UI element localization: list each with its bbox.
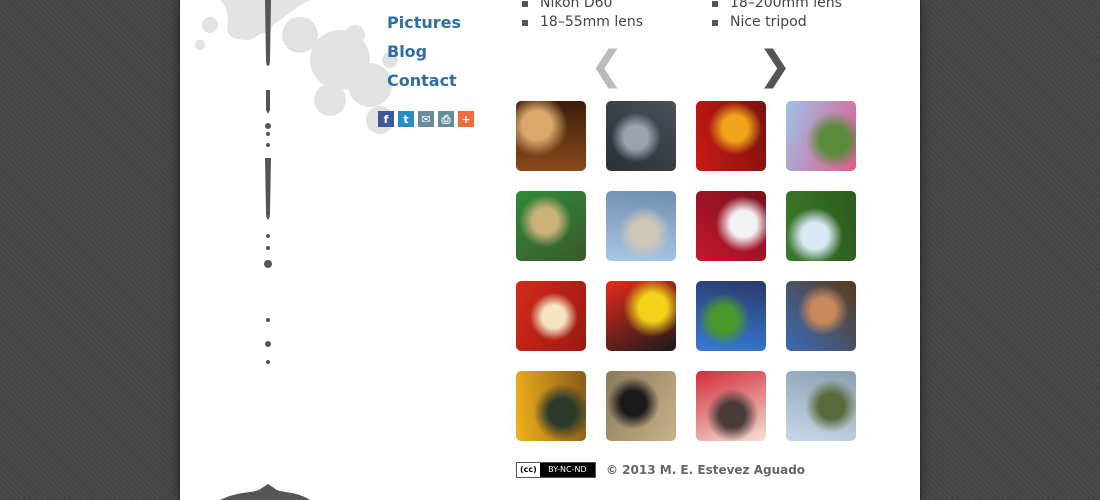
copyright-text: © 2013 M. E. Estevez Aguado xyxy=(606,463,806,477)
gallery-thumbnail-curly-hair-portrait[interactable] xyxy=(786,281,856,351)
gear-item: 18–200mm lens xyxy=(710,0,842,13)
gallery-thumbnail-folk-dancers[interactable] xyxy=(696,371,766,441)
main-nav: Pictures Blog Contact xyxy=(387,8,461,95)
gear-item: 18–55mm lens xyxy=(520,13,643,32)
nav-contact-link[interactable]: Contact xyxy=(387,66,461,95)
gallery-next-arrow-icon[interactable]: ❯ xyxy=(758,46,792,86)
gallery-thumbnail-red-berries[interactable] xyxy=(696,191,766,261)
gear-item: Nikon D60 xyxy=(520,0,643,13)
gallery-thumbnail-red-peppers[interactable] xyxy=(696,101,766,171)
footer: (cc) BY-NC-ND © 2013 M. E. Estevez Aguad… xyxy=(516,462,805,478)
gallery-thumbnail-concrete-corridor[interactable] xyxy=(606,101,676,171)
cc-logo-icon: (cc) xyxy=(517,463,540,477)
gallery-thumbnail-statue[interactable] xyxy=(606,191,676,261)
gallery-thumbnail-red-decorations[interactable] xyxy=(516,281,586,351)
gallery-thumbnail-seaside-cliff[interactable] xyxy=(786,101,856,171)
gallery-thumbnail-teddy-bears[interactable] xyxy=(516,101,586,171)
social-share-bar: f t ✉ ⎙ + xyxy=(378,111,474,127)
gallery-thumbnail-autumn-leaves[interactable] xyxy=(606,281,676,351)
email-icon[interactable]: ✉ xyxy=(418,111,434,127)
twitter-icon[interactable]: t xyxy=(398,111,414,127)
nav-pictures-link[interactable]: Pictures xyxy=(387,8,461,37)
gallery-thumbnail-bagpiper[interactable] xyxy=(606,371,676,441)
print-icon[interactable]: ⎙ xyxy=(438,111,454,127)
gallery-thumbnail-jumping-person[interactable] xyxy=(696,281,766,351)
share-more-icon[interactable]: + xyxy=(458,111,474,127)
facebook-icon[interactable]: f xyxy=(378,111,394,127)
thumbnail-grid xyxy=(516,101,856,441)
gallery-thumbnail-green-bench[interactable] xyxy=(516,191,586,261)
gallery-thumbnail-lake-reflection[interactable] xyxy=(786,371,856,441)
gallery-thumbnail-park-church[interactable] xyxy=(786,191,856,261)
gear-list-right: 18–200mm lens Nice tripod xyxy=(710,0,842,32)
page-container: Pictures Blog Contact f t ✉ ⎙ + Nikon D6… xyxy=(180,0,920,500)
gallery-thumbnail-yellow-flowers[interactable] xyxy=(516,371,586,441)
cc-license-terms: BY-NC-ND xyxy=(539,463,595,477)
gallery-prev-arrow-icon[interactable]: ❮ xyxy=(590,46,624,86)
nav-blog-link[interactable]: Blog xyxy=(387,37,461,66)
cc-license-badge[interactable]: (cc) BY-NC-ND xyxy=(516,462,596,478)
gear-item: Nice tripod xyxy=(710,13,842,32)
gear-list-left: Nikon D60 18–55mm lens xyxy=(520,0,643,32)
